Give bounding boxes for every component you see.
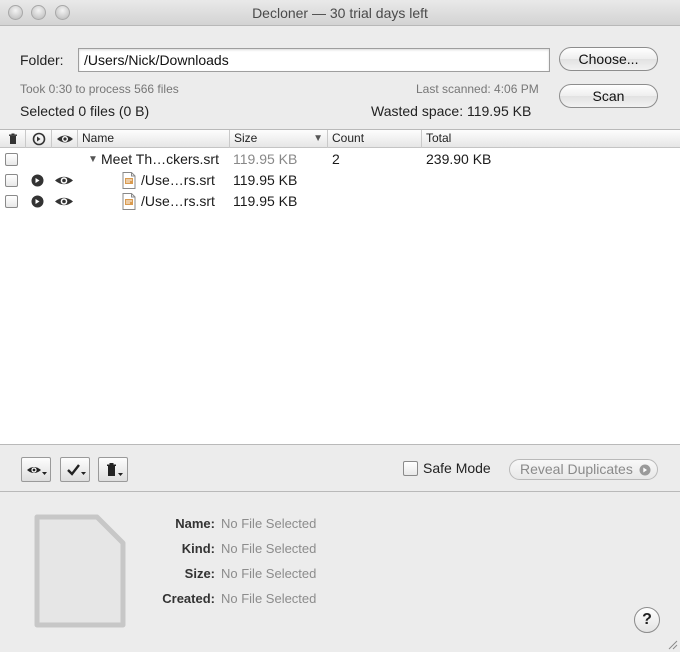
group-size: 119.95 KB — [233, 151, 298, 167]
group-name: Meet Th…ckers.srt — [101, 151, 219, 167]
checkmark-dropdown-icon — [67, 464, 86, 476]
eye-icon — [57, 135, 73, 143]
info-size-key: Size: — [184, 566, 215, 581]
reveal-arrow-icon[interactable] — [31, 195, 44, 208]
safe-mode-label[interactable]: Safe Mode — [423, 460, 491, 476]
srt-file-icon — [122, 172, 136, 189]
col-name-header[interactable]: Name — [78, 130, 230, 148]
trash-icon — [9, 133, 17, 144]
info-name-key: Name: — [175, 516, 215, 531]
col-count-header[interactable]: Count — [328, 130, 422, 148]
window-title: Decloner — 30 trial days left — [252, 5, 428, 21]
arrow-circle-icon — [32, 132, 46, 146]
divider — [0, 491, 680, 492]
sort-desc-icon: ▼ — [313, 133, 323, 144]
preview-eye-icon[interactable] — [54, 195, 74, 208]
row-checkbox[interactable] — [5, 195, 18, 208]
info-name-value: No File Selected — [221, 516, 317, 531]
col-delete-header[interactable] — [0, 130, 26, 148]
file-name: /Use…rs.srt — [141, 193, 215, 209]
title-bar: Decloner — 30 trial days left — [0, 0, 680, 26]
trash-dropdown-icon — [107, 463, 123, 476]
reveal-duplicates-label: Reveal Duplicates — [520, 461, 633, 477]
row-checkbox[interactable] — [5, 174, 18, 187]
selected-info: Selected 0 files (0 B) — [20, 103, 150, 119]
choose-button[interactable]: Choose... — [559, 47, 658, 71]
select-menu-button[interactable] — [60, 457, 90, 482]
arrow-circle-icon — [639, 464, 651, 476]
col-reveal-header[interactable] — [26, 130, 52, 148]
col-preview-header[interactable] — [52, 130, 78, 148]
preview-eye-icon[interactable] — [54, 174, 74, 187]
info-kind-key: Kind: — [181, 541, 215, 556]
info-kind-value: No File Selected — [221, 541, 317, 556]
table-row[interactable]: /Use…rs.srt 119.95 KB — [0, 191, 680, 212]
resize-grip-icon[interactable] — [666, 638, 678, 650]
info-created-value: No File Selected — [221, 591, 317, 606]
process-info: Took 0:30 to process 566 files — [20, 82, 179, 96]
col-total-header[interactable]: Total — [422, 130, 680, 148]
table-row[interactable]: /Use…rs.srt 119.95 KB — [0, 170, 680, 191]
info-created-key: Created: — [162, 591, 215, 606]
row-checkbox[interactable] — [5, 153, 18, 166]
srt-file-icon — [122, 193, 136, 210]
reveal-arrow-icon[interactable] — [31, 174, 44, 187]
last-scanned: Last scanned: 4:06 PM — [416, 82, 539, 96]
file-size: 119.95 KB — [233, 172, 298, 188]
scan-button[interactable]: Scan — [559, 84, 658, 108]
preview-menu-button[interactable] — [21, 457, 51, 482]
file-name: /Use…rs.srt — [141, 172, 215, 188]
folder-label: Folder: — [20, 52, 64, 68]
wasted-space: Wasted space: 119.95 KB — [371, 103, 532, 119]
duplicates-table[interactable]: Name Size ▼ Count Total ▼ Meet Th…ckers.… — [0, 129, 680, 445]
reveal-duplicates-button[interactable]: Reveal Duplicates — [509, 459, 658, 480]
file-size: 119.95 KB — [233, 193, 298, 209]
trash-menu-button[interactable] — [98, 457, 128, 482]
col-size-header[interactable]: Size ▼ — [230, 130, 328, 148]
eye-dropdown-icon — [27, 467, 47, 475]
info-size-value: No File Selected — [221, 566, 317, 581]
app-window: Decloner — 30 trial days left Folder: Ch… — [0, 0, 680, 652]
table-header: Name Size ▼ Count Total — [0, 130, 680, 148]
group-total: 239.90 KB — [426, 151, 492, 167]
folder-path-input[interactable] — [78, 48, 550, 72]
table-row-group[interactable]: ▼ Meet Th…ckers.srt 119.95 KB 2 239.90 K… — [0, 149, 680, 170]
disclosure-triangle-icon[interactable]: ▼ — [88, 154, 98, 165]
safe-mode-checkbox[interactable] — [403, 461, 418, 476]
col-size-label: Size — [234, 131, 258, 145]
help-button[interactable]: ? — [634, 607, 660, 633]
group-count: 2 — [332, 151, 340, 167]
